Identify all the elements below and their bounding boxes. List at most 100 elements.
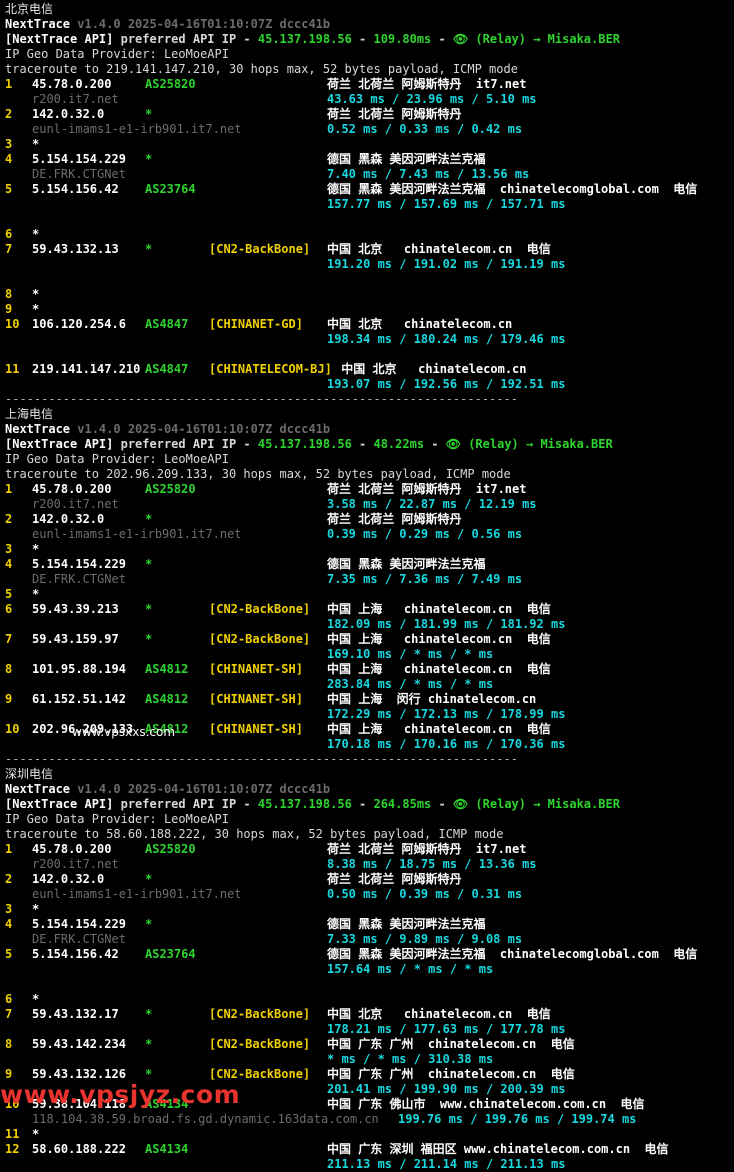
api-line: [NextTrace API] preferred API IP - 45.13… bbox=[5, 437, 734, 452]
hop-row: 5 * bbox=[5, 587, 734, 602]
hop-row: 9 * bbox=[5, 302, 734, 317]
hop-detail-row: 283.84 ms / * ms / * ms bbox=[5, 677, 734, 692]
api-latency: 109.80ms bbox=[373, 32, 432, 46]
hop-rdns: eunl-imams1-e1-irb901.it7.net bbox=[32, 887, 242, 901]
hop-row: 1 45.78.0.200 AS25820 荷兰 北荷兰 阿姆斯特丹 it7.net bbox=[5, 77, 734, 92]
version-info: v1.4.0 2025-04-16T01:10:07Z dccc41b bbox=[70, 17, 331, 31]
watermark-bottom: www.vpsjyz.com bbox=[0, 1080, 241, 1109]
hop-ip: * bbox=[32, 992, 40, 1006]
hop-number: 4 bbox=[5, 152, 13, 166]
hop-ip: * bbox=[32, 542, 40, 556]
hop-rdns: r200.it7.net bbox=[32, 857, 119, 871]
hop-detail-row: DE.FRK.CTGNet 7.40 ms / 7.43 ms / 13.56 m… bbox=[5, 167, 734, 182]
hop-asn: * bbox=[145, 872, 153, 886]
hop-rtt: 191.20 ms / 191.02 ms / 191.19 ms bbox=[327, 257, 566, 271]
hop-number: 8 bbox=[5, 1037, 13, 1051]
hop-location: 中国 上海 chinatelecom.cn 电信 bbox=[327, 602, 551, 616]
hop-rtt: 157.64 ms / * ms / * ms bbox=[327, 962, 494, 976]
traceroute-command: traceroute to 202.96.209.133, 30 hops ma… bbox=[5, 467, 511, 481]
api-line: [NextTrace API] preferred API IP - 45.13… bbox=[5, 797, 734, 812]
hop-ip: 5.154.154.229 bbox=[32, 917, 126, 931]
hop-ip: 59.43.142.234 bbox=[32, 1037, 126, 1051]
hop-rtt: 178.21 ms / 177.63 ms / 177.78 ms bbox=[327, 1022, 566, 1036]
hop-row: 12 58.60.188.222 AS4134 中国 广东 深圳 福田区 www.ch… bbox=[5, 1142, 734, 1157]
hop-asn: AS23764 bbox=[145, 947, 196, 961]
hop-ip: 61.152.51.142 bbox=[32, 692, 126, 706]
section-title: 北京电信 bbox=[5, 2, 734, 17]
hop-rtt: 0.50 ms / 0.39 ms / 0.31 ms bbox=[327, 887, 523, 901]
terminal-output[interactable]: 北京电信 NextTrace v1.4.0 2025-04-16T01:10:07… bbox=[5, 2, 734, 1172]
api-sep: - bbox=[351, 797, 374, 811]
hop-location: 德国 黑森 美因河畔法兰克福 bbox=[327, 917, 486, 931]
geo-provider: IP Geo Data Provider: LeoMoeAPI bbox=[5, 452, 229, 466]
hop-number: 2 bbox=[5, 872, 13, 886]
hop-asn: AS4812 bbox=[145, 692, 189, 706]
api-row: [NextTrace API] preferred API IP - 45.13… bbox=[5, 797, 620, 812]
hop-asn: * bbox=[145, 917, 153, 931]
hop-number: 1 bbox=[5, 842, 13, 856]
hop-ip: 59.43.159.97 bbox=[32, 632, 119, 646]
hop-ip: 45.78.0.200 bbox=[32, 842, 112, 856]
hop-row: 3 * bbox=[5, 542, 734, 557]
hop-detail-row: DE.FRK.CTGNet 7.33 ms / 9.89 ms / 9.08 ms bbox=[5, 932, 734, 947]
hop-ip: 142.0.32.0 bbox=[32, 512, 105, 526]
hop-rdns: r200.it7.net bbox=[32, 92, 119, 106]
hop-row: 4 5.154.154.229 * 德国 黑森 美因河畔法兰克福 bbox=[5, 152, 734, 167]
hop-location: 荷兰 北荷兰 阿姆斯特丹 it7.net bbox=[327, 77, 527, 91]
hop-detail-row: 118.104.38.59.broad.fs.gd.dynamic.163dat… bbox=[5, 1112, 734, 1127]
api-prefix: [NextTrace API] bbox=[5, 797, 114, 811]
api-latency: 48.22ms bbox=[373, 437, 425, 451]
hop-row: 7 59.43.159.97 * [CN2-BackBone] 中国 上海 chinat… bbox=[5, 632, 734, 647]
hop-tag: [CN2-BackBone] bbox=[209, 602, 311, 616]
hop-location: 德国 黑森 美因河畔法兰克福 chinatelecomglobal.com 电信 bbox=[327, 947, 698, 961]
hop-number: 6 bbox=[5, 602, 13, 616]
api-row: [NextTrace API] preferred API IP - 45.13… bbox=[5, 437, 613, 452]
version-row: NextTrace v1.4.0 2025-04-16T01:10:07Z dc… bbox=[5, 17, 330, 32]
hop-rdns: 118.104.38.59.broad.fs.gd.dynamic.163dat… bbox=[32, 1112, 379, 1126]
traceroute-command: traceroute to 219.141.147.210, 30 hops m… bbox=[5, 62, 518, 76]
hop-row: 7 59.43.132.17 * [CN2-BackBone] 中国 北京 chinat… bbox=[5, 1007, 734, 1022]
hop-asn: * bbox=[145, 632, 153, 646]
hop-rtt: 182.09 ms / 181.99 ms / 181.92 ms bbox=[327, 617, 566, 631]
hop-rdns: eunl-imams1-e1-irb901.it7.net bbox=[32, 122, 242, 136]
hop-rtt: 0.52 ms / 0.33 ms / 0.42 ms bbox=[327, 122, 523, 136]
hop-row: 6 * bbox=[5, 227, 734, 242]
hop-detail-row: 193.07 ms / 192.56 ms / 192.51 ms bbox=[5, 377, 734, 392]
hop-detail-row: 198.34 ms / 180.24 ms / 179.46 ms bbox=[5, 332, 734, 347]
hop-number: 3 bbox=[5, 137, 13, 151]
hop-rtt: 7.33 ms / 9.89 ms / 9.08 ms bbox=[327, 932, 523, 946]
hop-row: 4 5.154.154.229 * 德国 黑森 美因河畔法兰克福 bbox=[5, 917, 734, 932]
relay-info: 👁 (Relay) → Misaka.BER bbox=[452, 32, 620, 46]
hop-number: 8 bbox=[5, 662, 13, 676]
hop-row: 9 61.152.51.142 AS4812 [CHINANET-SH] 中国 上海 闵… bbox=[5, 692, 734, 707]
hop-rtt: 169.10 ms / * ms / * ms bbox=[327, 647, 494, 661]
api-ip: 45.137.198.56 bbox=[257, 437, 352, 451]
hop-location: 荷兰 北荷兰 阿姆斯特丹 bbox=[327, 872, 462, 886]
separator-rule: ----------------------------------------… bbox=[5, 752, 518, 766]
hop-ip: * bbox=[32, 287, 40, 301]
hop-number: 1 bbox=[5, 77, 13, 91]
hop-detail-row: eunl-imams1-e1-irb901.it7.net 0.39 ms / 0… bbox=[5, 527, 734, 542]
api-ip: 45.137.198.56 bbox=[257, 797, 352, 811]
hop-location: 中国 北京 chinatelecom.cn bbox=[327, 317, 513, 331]
hop-asn: * bbox=[145, 242, 153, 256]
hop-ip: 142.0.32.0 bbox=[32, 107, 105, 121]
hop-asn: AS4847 bbox=[145, 317, 189, 331]
section-separator: ----------------------------------------… bbox=[5, 752, 734, 767]
hop-rdns: DE.FRK.CTGNet bbox=[32, 932, 126, 946]
hop-detail-row: 182.09 ms / 181.99 ms / 181.92 ms bbox=[5, 617, 734, 632]
hop-ip: * bbox=[32, 302, 40, 316]
hop-number: 4 bbox=[5, 557, 13, 571]
hop-location: 中国 上海 chinatelecom.cn 电信 bbox=[327, 722, 551, 736]
hop-asn: * bbox=[145, 512, 153, 526]
section-title: 深圳电信 bbox=[5, 767, 734, 782]
hop-location: 中国 北京 chinatelecom.cn bbox=[334, 362, 527, 376]
hop-rtt: 3.58 ms / 22.87 ms / 12.19 ms bbox=[327, 497, 537, 511]
hop-location: 荷兰 北荷兰 阿姆斯特丹 it7.net bbox=[327, 482, 527, 496]
hop-row: 4 5.154.154.229 * 德国 黑森 美因河畔法兰克福 bbox=[5, 557, 734, 572]
hop-number: 5 bbox=[5, 182, 13, 196]
hop-asn: * bbox=[145, 152, 153, 166]
hop-ip: 45.78.0.200 bbox=[32, 77, 112, 91]
